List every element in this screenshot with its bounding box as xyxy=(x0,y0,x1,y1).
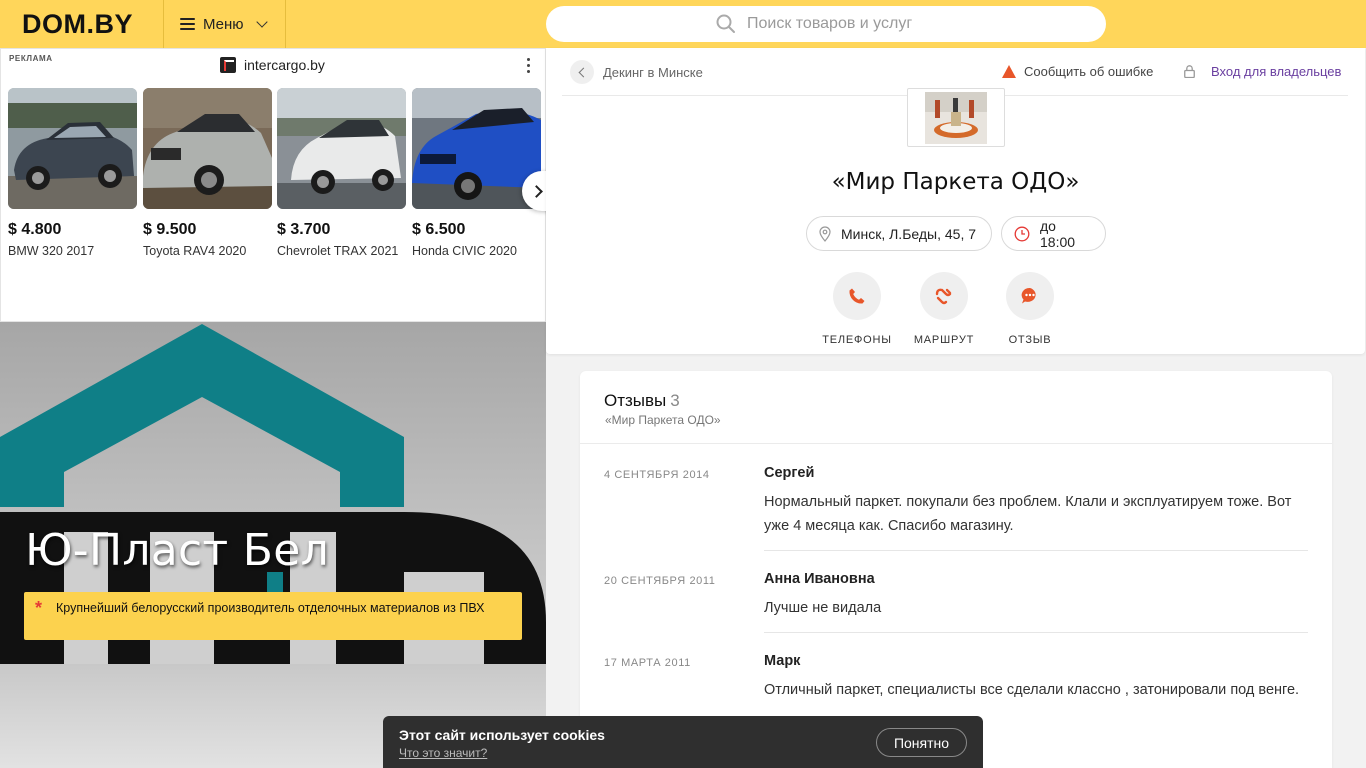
phone-icon xyxy=(833,272,881,320)
map-pin-icon xyxy=(819,225,831,242)
car-card-honda[interactable]: $ 6.500 Honda CIVIC 2020 xyxy=(412,88,541,258)
menu-button[interactable]: Меню xyxy=(163,0,286,48)
car-card-toyota[interactable]: $ 9.500 Toyota RAV4 2020 xyxy=(143,88,272,258)
site-header: DOM.BY Меню xyxy=(0,0,1366,48)
chevron-down-icon xyxy=(255,15,268,28)
address-chip[interactable]: Минск, Л.Беды, 45, 7 xyxy=(806,216,992,251)
ad-label: РЕКЛАМА xyxy=(9,54,53,63)
site-logo[interactable]: DOM.BY xyxy=(22,9,133,40)
review-text: Нормальный паркет. покупали без проблем.… xyxy=(764,494,1292,534)
car-photo xyxy=(8,88,137,209)
report-error-link[interactable]: Сообщить об ошибке xyxy=(1002,64,1153,79)
car-name: Honda CIVIC 2020 xyxy=(412,244,517,258)
more-options-icon[interactable] xyxy=(527,58,531,73)
car-name: BMW 320 2017 xyxy=(8,244,95,258)
car-name: Chevrolet TRAX 2021 xyxy=(277,244,399,258)
phones-button[interactable]: ТЕЛЕФОНЫ xyxy=(817,272,897,346)
car-price: $ 3.700 xyxy=(277,221,331,238)
route-icon xyxy=(920,272,968,320)
cookie-message: Этот сайт использует cookies xyxy=(399,727,605,743)
intercargo-favicon-icon xyxy=(220,57,236,73)
review-button[interactable]: ОТЗЫВ xyxy=(990,272,1070,346)
comment-icon xyxy=(1006,272,1054,320)
review-author: Марк xyxy=(764,653,801,669)
warning-icon xyxy=(1002,65,1016,78)
divider xyxy=(764,550,1308,551)
company-name: «Мир Паркета ОДО» xyxy=(831,169,1080,195)
reviews-title: Отзывы 3 xyxy=(604,391,680,411)
asterisk-icon: * xyxy=(35,598,43,618)
search-input[interactable] xyxy=(747,15,937,33)
ad-source-link[interactable]: intercargo.by xyxy=(220,57,325,73)
car-card-bmw[interactable]: $ 4.800 BMW 320 2017 xyxy=(8,88,137,258)
review-date: 17 МАРТА 2011 xyxy=(604,657,691,669)
hours-text: до 18:00 xyxy=(1040,217,1076,250)
banner-title: Ю-Пласт Бел xyxy=(25,525,330,576)
cookie-info-link[interactable]: Что это значит? xyxy=(399,746,487,760)
ad-source-label: intercargo.by xyxy=(244,57,325,73)
clock-icon xyxy=(1014,226,1030,242)
breadcrumb[interactable]: Декинг в Минске xyxy=(570,60,703,84)
divider xyxy=(580,443,1332,444)
breadcrumb-label[interactable]: Декинг в Минске xyxy=(603,65,703,80)
car-price: $ 9.500 xyxy=(143,221,197,238)
car-photo xyxy=(143,88,272,209)
car-price: $ 4.800 xyxy=(8,221,62,238)
review-text: Лучше не видала xyxy=(764,600,882,616)
cookie-banner: Этот сайт использует cookies Что это зна… xyxy=(383,716,983,768)
review-author: Сергей xyxy=(764,465,815,481)
route-button[interactable]: МАРШРУТ xyxy=(904,272,984,346)
review-label: ОТЗЫВ xyxy=(1008,334,1052,346)
company-card: Декинг в Минске Сообщить об ошибке Вход … xyxy=(546,48,1365,354)
back-arrow-icon[interactable] xyxy=(570,60,594,84)
phones-label: ТЕЛЕФОНЫ xyxy=(822,334,892,346)
banner-note: * Крупнейший белорусский производитель о… xyxy=(24,592,522,640)
reviews-section: Отзывы 3 «Мир Паркета ОДО» 4 СЕНТЯБРЯ 201… xyxy=(580,371,1332,768)
car-photo xyxy=(277,88,406,209)
chevron-right-icon xyxy=(530,184,543,198)
address-text: Минск, Л.Беды, 45, 7 xyxy=(841,225,977,242)
reviews-subtitle: «Мир Паркета ОДО» xyxy=(605,413,721,427)
menu-label: Меню xyxy=(203,15,244,33)
ad-carousel: РЕКЛАМА intercargo.by $ 4.800 BMW 320 20… xyxy=(0,48,554,322)
owner-login-label: Вход для владельцев xyxy=(1211,64,1342,79)
car-price: $ 6.500 xyxy=(412,221,466,238)
search-bar[interactable] xyxy=(546,6,1106,42)
review-date: 4 СЕНТЯБРЯ 2014 xyxy=(604,469,710,481)
cookie-accept-button[interactable]: Понятно xyxy=(876,728,967,757)
review-date: 20 СЕНТЯБРЯ 2011 xyxy=(604,575,716,587)
divider xyxy=(764,632,1308,633)
route-label: МАРШРУТ xyxy=(913,334,975,346)
hamburger-icon xyxy=(180,18,195,30)
reviews-count: 3 xyxy=(670,391,680,410)
review-text: Отличный паркет, специалисты все сделали… xyxy=(764,682,1300,698)
company-logo xyxy=(907,88,1005,147)
car-card-chevrolet[interactable]: $ 3.700 Chevrolet TRAX 2021 xyxy=(277,88,406,258)
report-error-label: Сообщить об ошибке xyxy=(1024,64,1154,79)
lock-icon xyxy=(1184,65,1195,78)
hours-chip[interactable]: до 18:00 xyxy=(1001,216,1106,251)
reviews-title-text: Отзывы xyxy=(604,391,667,410)
car-name: Toyota RAV4 2020 xyxy=(143,244,247,258)
owner-login-link[interactable]: Вход для владельцев xyxy=(1184,64,1341,79)
yu-plast-banner[interactable]: Ю-Пласт Бел * Крупнейший белорусский про… xyxy=(0,322,546,664)
review-author: Анна Ивановна xyxy=(764,571,875,587)
banner-note-text: Крупнейший белорусский производитель отд… xyxy=(56,601,485,615)
search-icon xyxy=(716,14,735,33)
